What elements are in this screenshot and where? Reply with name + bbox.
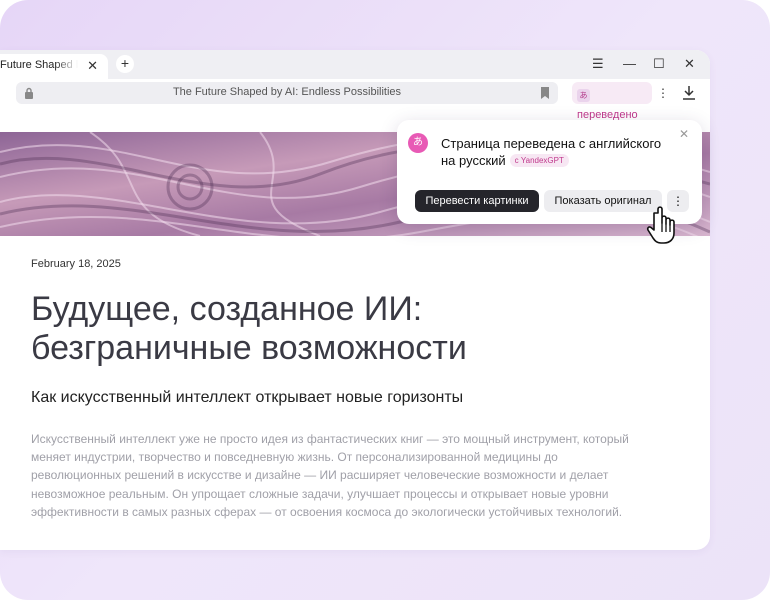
translate-images-button[interactable]: Перевести картинки [415,190,539,212]
tab-close-icon[interactable]: ✕ [87,54,98,77]
translate-icon: あ [577,89,590,102]
popup-title: Страница переведена с английского на рус… [441,135,676,169]
translate-icon: あ [408,133,428,153]
minimize-icon[interactable]: — [623,55,636,73]
address-bar[interactable]: The Future Shaped by AI: Endless Possibi… [16,82,558,104]
article-headline: Будущее, созданное ИИ: безграничные возм… [31,290,467,367]
tab-active[interactable]: Future Shaped by AI ✕ [0,54,108,79]
tab-title: Future Shaped by AI [0,59,78,71]
download-icon[interactable] [682,85,696,101]
menu-icon[interactable]: ☰ [592,55,604,73]
more-menu-icon[interactable]: ⋮ [657,86,669,100]
article-date: February 18, 2025 [31,258,121,270]
url-text: The Future Shaped by AI: Endless Possibi… [172,86,402,98]
address-row: The Future Shaped by AI: Endless Possibi… [0,79,710,121]
article-body: Искусственный интеллект уже не просто ид… [31,432,629,519]
bookmark-icon[interactable] [540,87,550,99]
new-tab-button[interactable]: + [116,55,134,73]
tab-bar: Future Shaped by AI ✕ + ☰ — ☐ ✕ [0,50,710,79]
article-subhead: Как искусственный интеллект открывает но… [31,389,464,406]
close-window-icon[interactable]: ✕ [684,55,695,73]
maximize-icon[interactable]: ☐ [653,55,665,73]
hand-cursor-icon [646,206,675,244]
translated-indicator-button[interactable]: あпереведено [572,82,652,121]
popup-close-icon[interactable]: ✕ [679,127,689,141]
yandexgpt-badge: с YandexGPT [509,154,569,167]
